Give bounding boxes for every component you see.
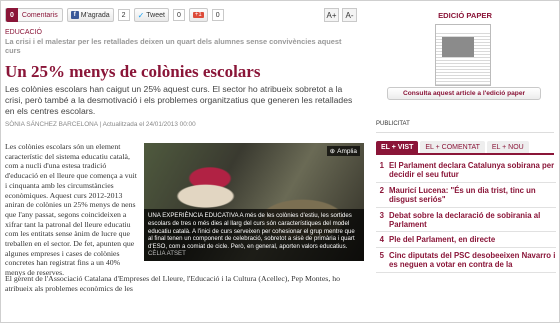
publish-date: Actualitzada el 24/01/2013 00:00 [102,121,196,128]
twitter-icon: ✓ [137,10,145,20]
comments-label: Comentaris [21,11,58,19]
rank-title: Debat sobre la declaració de sobirania a… [389,210,541,230]
gplus-icon: +1 [192,12,204,18]
article: EDUCACIÓ La crisi i el malestar per les … [5,29,364,293]
photo-caption: UNA EXPERIÈNCIA EDUCATIVA A més de les c… [144,209,364,261]
list-item[interactable]: 3 Debat sobre la declaració de sobirania… [376,208,556,233]
comments-button[interactable]: 0 Comentaris [5,8,63,22]
rank-number: 1 [379,161,384,170]
ranking-list: 1 El Parlament declara Catalunya sobiran… [376,158,556,273]
ranking-tabs: EL + VIST EL + COMENTAT EL + NOU [376,141,556,153]
tab-underline [376,153,554,155]
list-item[interactable]: 1 El Parlament declara Catalunya sobiran… [376,158,556,183]
author: SÒNIA SÁNCHEZ BARCELONA [5,121,98,128]
rank-number: 4 [379,235,384,245]
article-body-column: Les colònies escolars són un element car… [5,142,137,278]
paper-edition-title: EDICIÓ PAPER [438,11,492,20]
rank-title: Mauricí Lucena: "És un dia trist, tinc u… [389,185,536,205]
rank-title: El Parlament declara Catalunya sobirana … [389,161,555,180]
photo-credit: CÈLIA ATSET [148,250,186,258]
newspaper-thumbnail-photo [442,37,474,57]
article-kicker: La crisi i el malestar per les retallade… [5,37,342,55]
facebook-like-button[interactable]: f M'agrada [66,8,114,22]
tab-most-viewed[interactable]: EL + VIST [376,141,419,153]
facebook-like-label: M'agrada [80,11,110,19]
tab-most-commented[interactable]: EL + COMENTAT [420,141,485,153]
comments-count: 0 [6,8,18,22]
rank-number: 2 [379,185,384,195]
newspaper-thumbnail[interactable] [435,24,491,86]
gplus-button[interactable]: +1 [188,8,208,22]
divider [376,132,554,133]
font-size-controls: A+ A- [324,8,357,22]
rank-title: Cinc diputats del PSC desobeeixen Navarr… [389,250,556,270]
gplus-count: 0 [211,9,224,21]
article-photo[interactable]: ⊕ Amplia UNA EXPERIÈNCIA EDUCATIVA A més… [144,143,364,261]
font-increase-button[interactable]: A+ [324,8,339,22]
rank-number: 3 [379,210,384,220]
byline: SÒNIA SÁNCHEZ BARCELONA | Actualitzada e… [5,121,196,128]
enlarge-photo-button[interactable]: ⊕ Amplia [326,146,360,156]
tweet-label: Tweet [146,11,165,19]
article-body: Les colònies escolars són un element car… [5,142,364,293]
rank-title: Ple del Parlament, en directe [389,235,496,245]
tab-newest[interactable]: EL + NOU [486,141,529,153]
rank-number: 5 [379,250,384,260]
section-label[interactable]: EDUCACIÓ [5,29,357,36]
advertising-label: PUBLICITAT [376,121,410,127]
zoom-icon: ⊕ [329,148,336,155]
article-body-continued: El gerent de l'Associació Catalana d'Emp… [5,274,341,293]
facebook-icon: f [70,11,79,19]
article-subhead: Les colònies escolars han caigut un 25% … [5,84,353,116]
tweet-count: 0 [172,9,185,21]
sidebar: EDICIÓ PAPER Consulta aquest article a l… [372,1,558,322]
paper-edition-link[interactable]: Consulta aquest article a l'edició paper [387,87,541,100]
caption-text: UNA EXPERIÈNCIA EDUCATIVA A més de les c… [148,212,355,250]
enlarge-label: Amplia [337,147,357,155]
list-item[interactable]: 2 Mauricí Lucena: "És un dia trist, tinc… [376,183,556,208]
facebook-like-count: 2 [117,9,130,21]
list-item[interactable]: 4 Ple del Parlament, en directe [376,232,556,248]
article-headline: Un 25% menys de colònies escolars [5,62,261,81]
share-toolbar: 0 Comentaris f M'agrada 2 ✓ Tweet 0 +1 0… [5,7,357,23]
font-decrease-button[interactable]: A- [342,8,357,22]
list-item[interactable]: 5 Cinc diputats del PSC desobeeixen Nava… [376,248,556,273]
page-frame: 0 Comentaris f M'agrada 2 ✓ Tweet 0 +1 0… [0,0,560,323]
tweet-button[interactable]: ✓ Tweet [133,8,169,22]
